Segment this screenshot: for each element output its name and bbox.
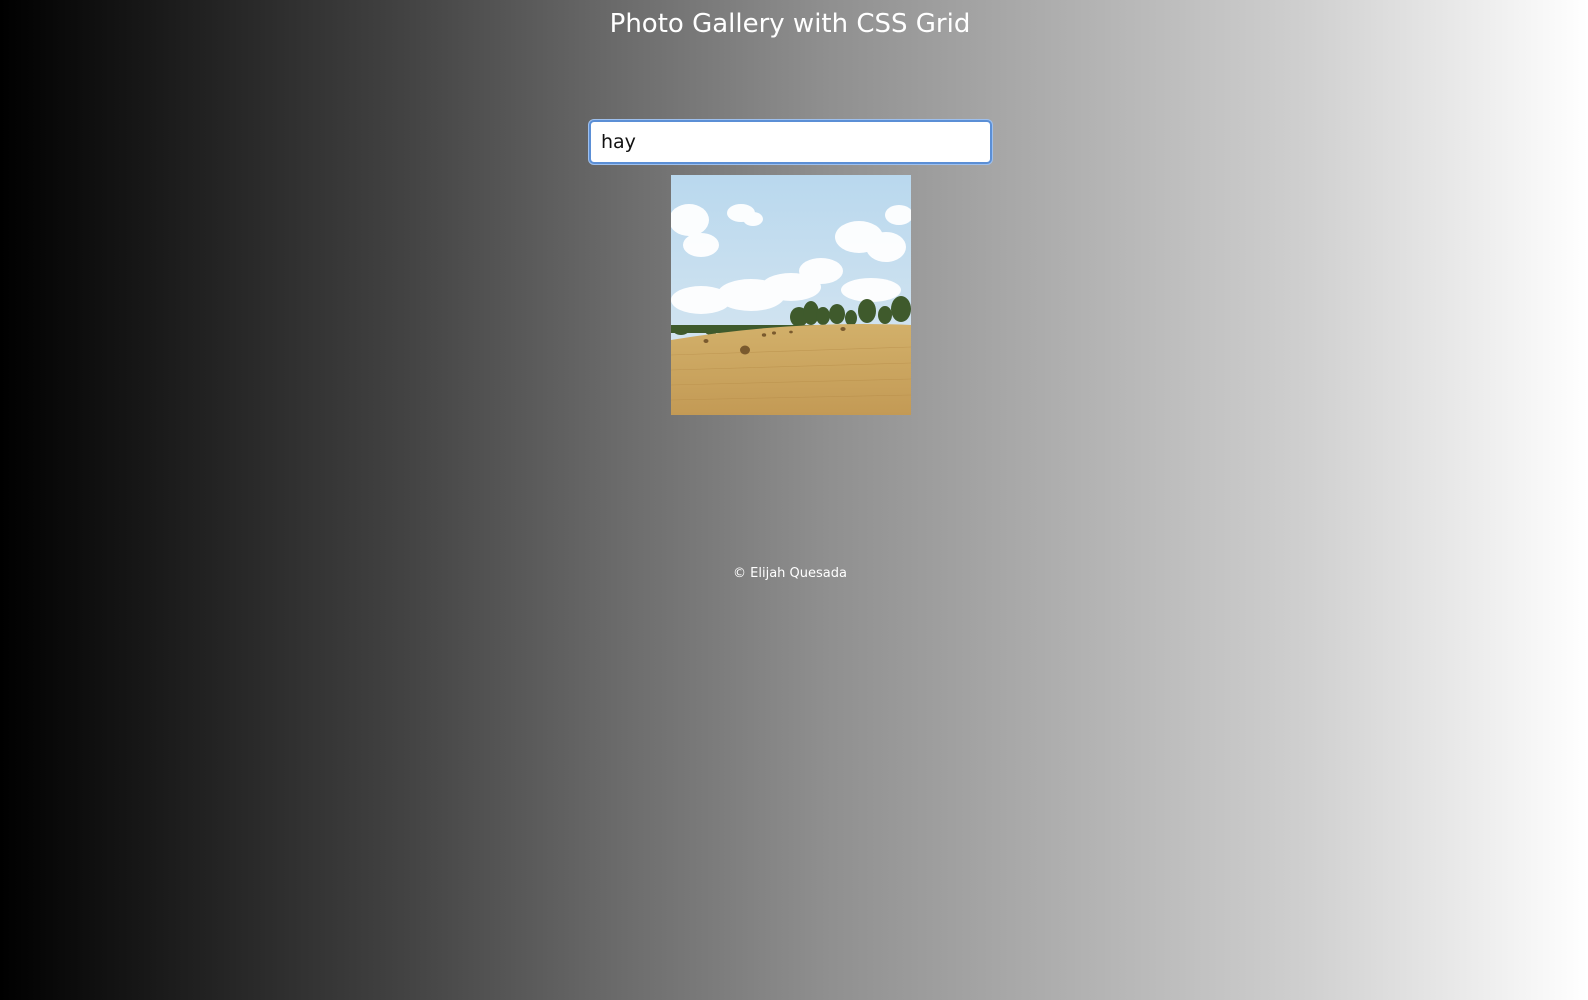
footer-copyright: © Elijah Quesada — [733, 566, 847, 581]
hay-field-image — [671, 175, 911, 415]
page-title: Photo Gallery with CSS Grid — [609, 9, 971, 39]
gallery-grid — [671, 175, 911, 415]
search-input[interactable] — [591, 122, 990, 162]
search-box[interactable] — [589, 120, 992, 164]
gallery-photo-hay-field[interactable] — [671, 175, 911, 415]
